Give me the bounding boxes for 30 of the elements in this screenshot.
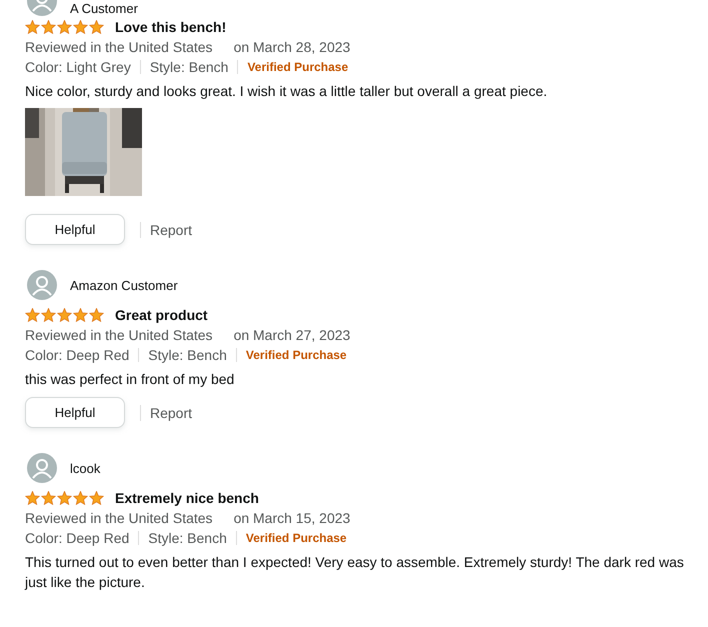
report-link[interactable]: Report	[150, 222, 192, 238]
verified-purchase-label: Verified Purchase	[246, 348, 347, 362]
report-link[interactable]: Report	[150, 404, 192, 420]
review-text: this was perfect in front of my bed	[25, 370, 236, 389]
reviewer-name: Amazon Customer	[70, 278, 178, 292]
review-date: on March 28, 2023	[234, 39, 350, 55]
reviewer-name: lcook	[70, 460, 100, 476]
review-title: Love this bench!	[115, 19, 226, 35]
variant-style: Style: Bench	[150, 59, 228, 75]
review-title: Great product	[115, 307, 208, 323]
variant-style: Style: Bench	[148, 347, 227, 363]
review-location: Reviewed in the United States	[25, 39, 213, 55]
avatar-icon	[27, 270, 57, 300]
review-title: Extremely nice bench	[115, 490, 259, 506]
review-date: on March 15, 2023	[234, 510, 350, 526]
review-location: Reviewed in the United States	[25, 510, 213, 526]
variant-color: Color: Light Grey	[25, 59, 131, 75]
helpful-button[interactable]: Helpful	[25, 214, 125, 245]
review-text: Nice color, sturdy and looks great. I wish it was a little taller but overall a great piece.	[25, 82, 548, 101]
review-location: Reviewed in the United States	[25, 327, 213, 343]
review-text: This turned out to even better than I expected! Very easy to assemble. Extremely sturdy! The dark red was just like the picture.	[25, 553, 685, 592]
verified-purchase-label: Verified Purchase	[246, 531, 347, 545]
verified-purchase-label: Verified Purchase	[247, 60, 348, 74]
variant-color: Color: Deep Red	[25, 347, 130, 363]
variant-style: Style: Bench	[148, 530, 227, 546]
helpful-button[interactable]: Helpful	[25, 397, 125, 428]
reviewer-name: A Customer	[70, 1, 138, 16]
review-date: on March 27, 2023	[234, 327, 350, 343]
avatar-icon	[27, 453, 57, 483]
variant-color: Color: Deep Red	[25, 530, 130, 546]
